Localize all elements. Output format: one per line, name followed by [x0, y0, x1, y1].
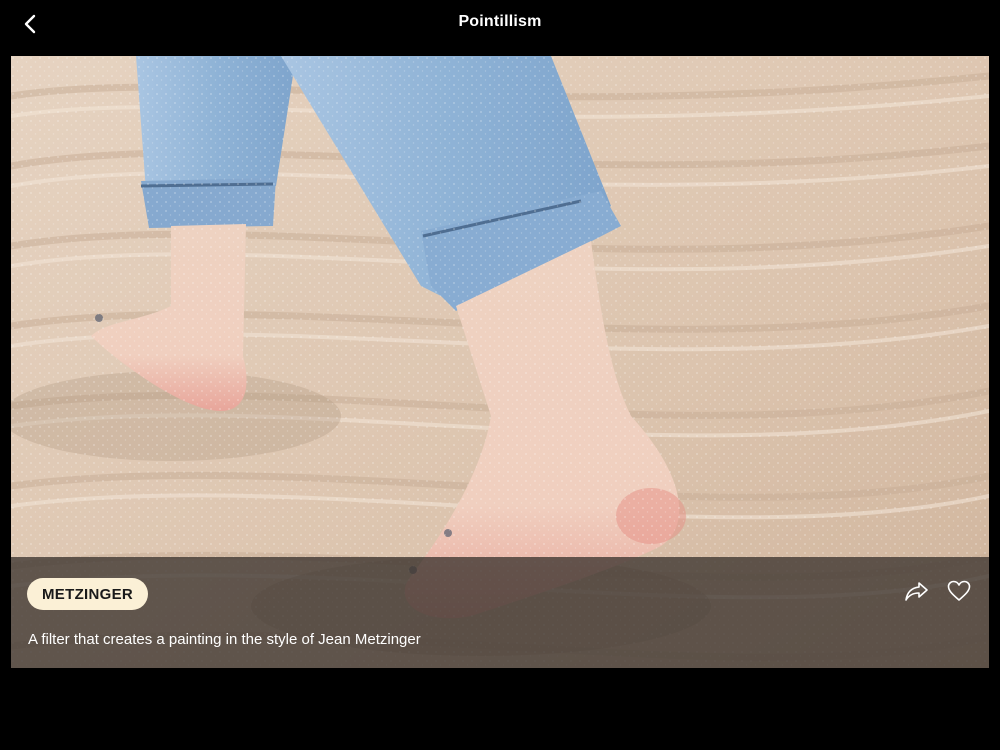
share-button[interactable]	[903, 577, 931, 605]
filter-tag[interactable]: METZINGER	[27, 578, 149, 610]
share-arrow-icon	[905, 582, 928, 601]
favorite-button[interactable]	[945, 577, 973, 605]
filter-preview-card[interactable]: METZINGER A filter that creates a painti…	[11, 56, 989, 668]
filter-info-bar: METZINGER A filter that creates a painti…	[11, 557, 989, 668]
page-title: Pointillism	[458, 13, 542, 30]
bottom-background	[0, 668, 1000, 750]
heart-outline-icon	[947, 580, 971, 601]
top-navigation-bar: Pointillism	[0, 0, 1000, 48]
filter-description: A filter that creates a painting in the …	[28, 631, 421, 648]
